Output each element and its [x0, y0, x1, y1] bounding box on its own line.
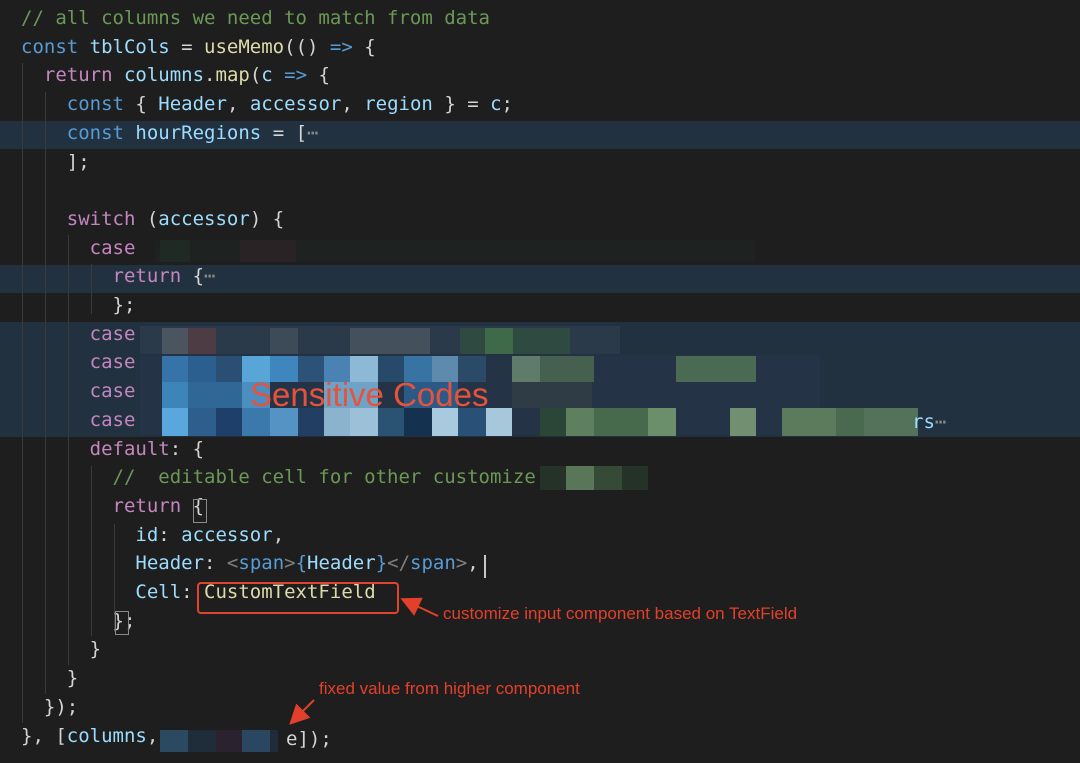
arrow-icon: [400, 597, 439, 617]
annotation-arrows: [289, 597, 439, 725]
arrow-icon: [289, 699, 315, 725]
